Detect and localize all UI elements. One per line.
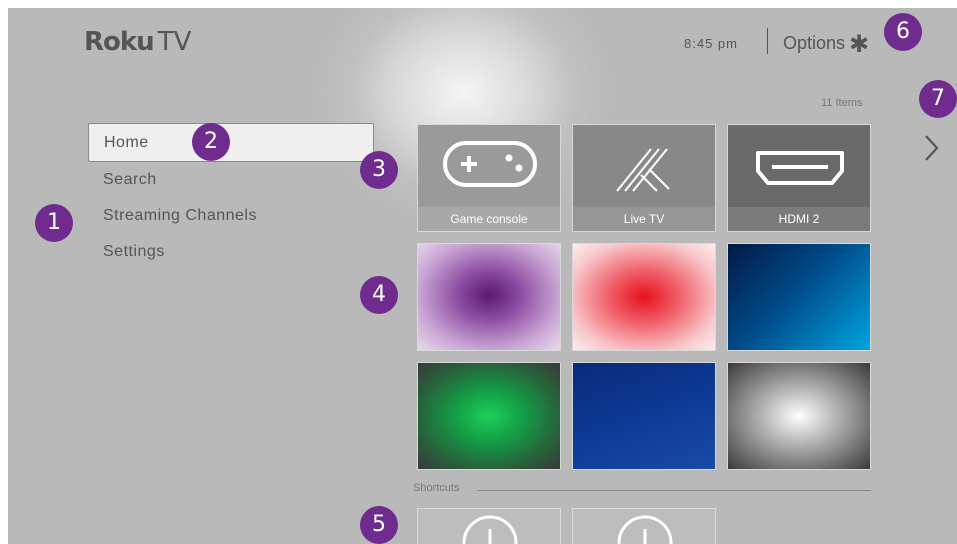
menu-item-label: Settings [103,243,165,260]
channel-tile[interactable] [572,243,716,351]
menu-item-streaming-channels[interactable]: Streaming Channels [88,198,374,234]
callout-badge-3: 3 [360,151,398,189]
channel-tile[interactable] [417,362,561,470]
options-button[interactable]: Options ✱ [783,30,870,58]
asterisk-icon: ✱ [849,30,870,58]
tile-live-tv[interactable]: Live TV [572,124,716,232]
clock-icon [462,515,518,544]
callout-badge-4: 4 [360,276,398,314]
menu-item-search[interactable]: Search [88,162,374,198]
shortcut-tile[interactable] [572,508,716,544]
channel-tile[interactable] [572,362,716,470]
menu-item-settings[interactable]: Settings [88,234,374,270]
channel-tile[interactable] [727,243,871,351]
logo-suffix: TV [157,27,192,57]
menu-item-label: Home [104,134,149,151]
roku-tv-logo: Roku TV [84,26,191,57]
callout-badge-2: 2 [192,123,230,161]
callout-badge-1: 1 [35,204,73,242]
channel-tile[interactable] [727,362,871,470]
logo-brand: Roku [84,27,155,57]
channel-tile[interactable] [417,243,561,351]
callout-badge-7: 7 [919,80,957,118]
roku-home-screen: Roku TV 8:45 pm Options ✱ 11 Items Home S… [8,8,957,544]
shortcuts-label: Shortcuts [413,482,460,494]
shortcuts-divider [477,490,871,491]
tile-game-console[interactable]: Game console [417,124,561,232]
tile-hdmi-2[interactable]: HDMI 2 [727,124,871,232]
menu-item-label: Search [103,171,157,188]
tile-caption: HDMI 2 [728,207,870,231]
items-count: 11 Items [821,97,863,109]
hdmi-icon [756,151,844,185]
menu-item-home[interactable]: Home [88,123,374,162]
gamepad-icon [443,141,537,187]
header-divider [767,28,768,54]
menu-item-label: Streaming Channels [103,207,257,224]
callout-badge-5: 5 [360,506,398,544]
antenna-icon [616,148,670,192]
chevron-right-icon[interactable] [920,130,942,166]
clock: 8:45 pm [684,36,738,51]
options-label: Options [783,33,846,53]
tile-caption: Game console [418,207,560,231]
tile-caption: Live TV [573,207,715,231]
clock-icon [617,515,673,544]
shortcut-tile[interactable] [417,508,561,544]
main-menu: Home Search Streaming Channels Settings [88,123,374,270]
callout-badge-6: 6 [884,13,922,51]
